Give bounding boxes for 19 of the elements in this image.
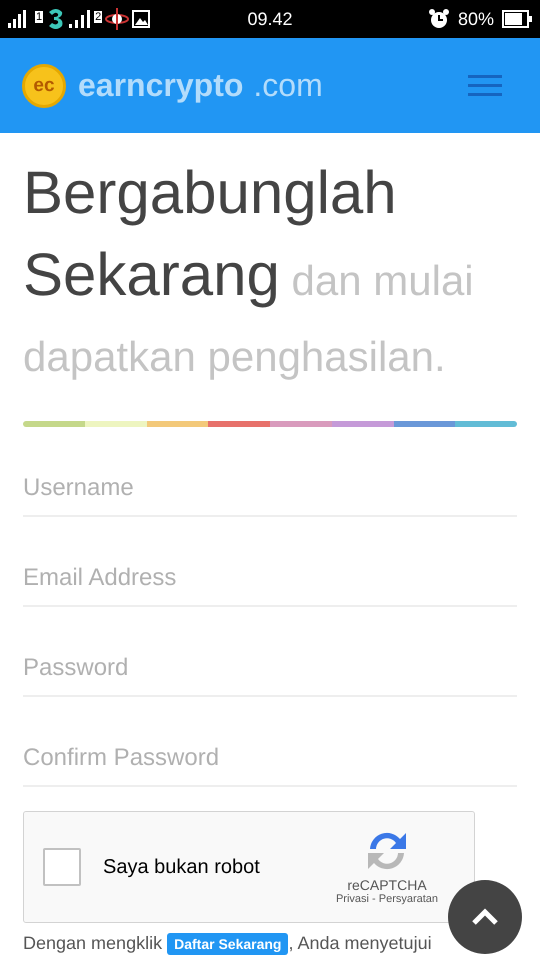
signal-icon [69,9,92,29]
battery-icon [502,10,532,28]
brand-name: earncrypto [78,67,244,104]
logo-coin: ec [22,64,66,108]
alarm-icon [428,8,450,30]
menu-button[interactable] [468,74,502,96]
menu-icon [468,74,502,96]
captcha-label: Saya bukan robot [103,856,261,878]
clock-time: 09.42 [247,8,293,30]
sim-number: 1 [35,11,44,23]
recaptcha-label: reCAPTCHA [347,877,427,893]
battery-percent: 80% [458,8,494,30]
privacy-terms-link[interactable]: Privasi - Persyaratan [336,893,438,905]
image-icon [132,10,150,28]
headline: Bergabunglah Sekarang dan mulai dapatkan penghasilan. [23,158,475,382]
chevron-up-icon [471,908,499,926]
checkbox[interactable] [43,848,81,886]
sim-number: 2 [94,11,102,23]
brand-domain: .com [253,67,323,104]
